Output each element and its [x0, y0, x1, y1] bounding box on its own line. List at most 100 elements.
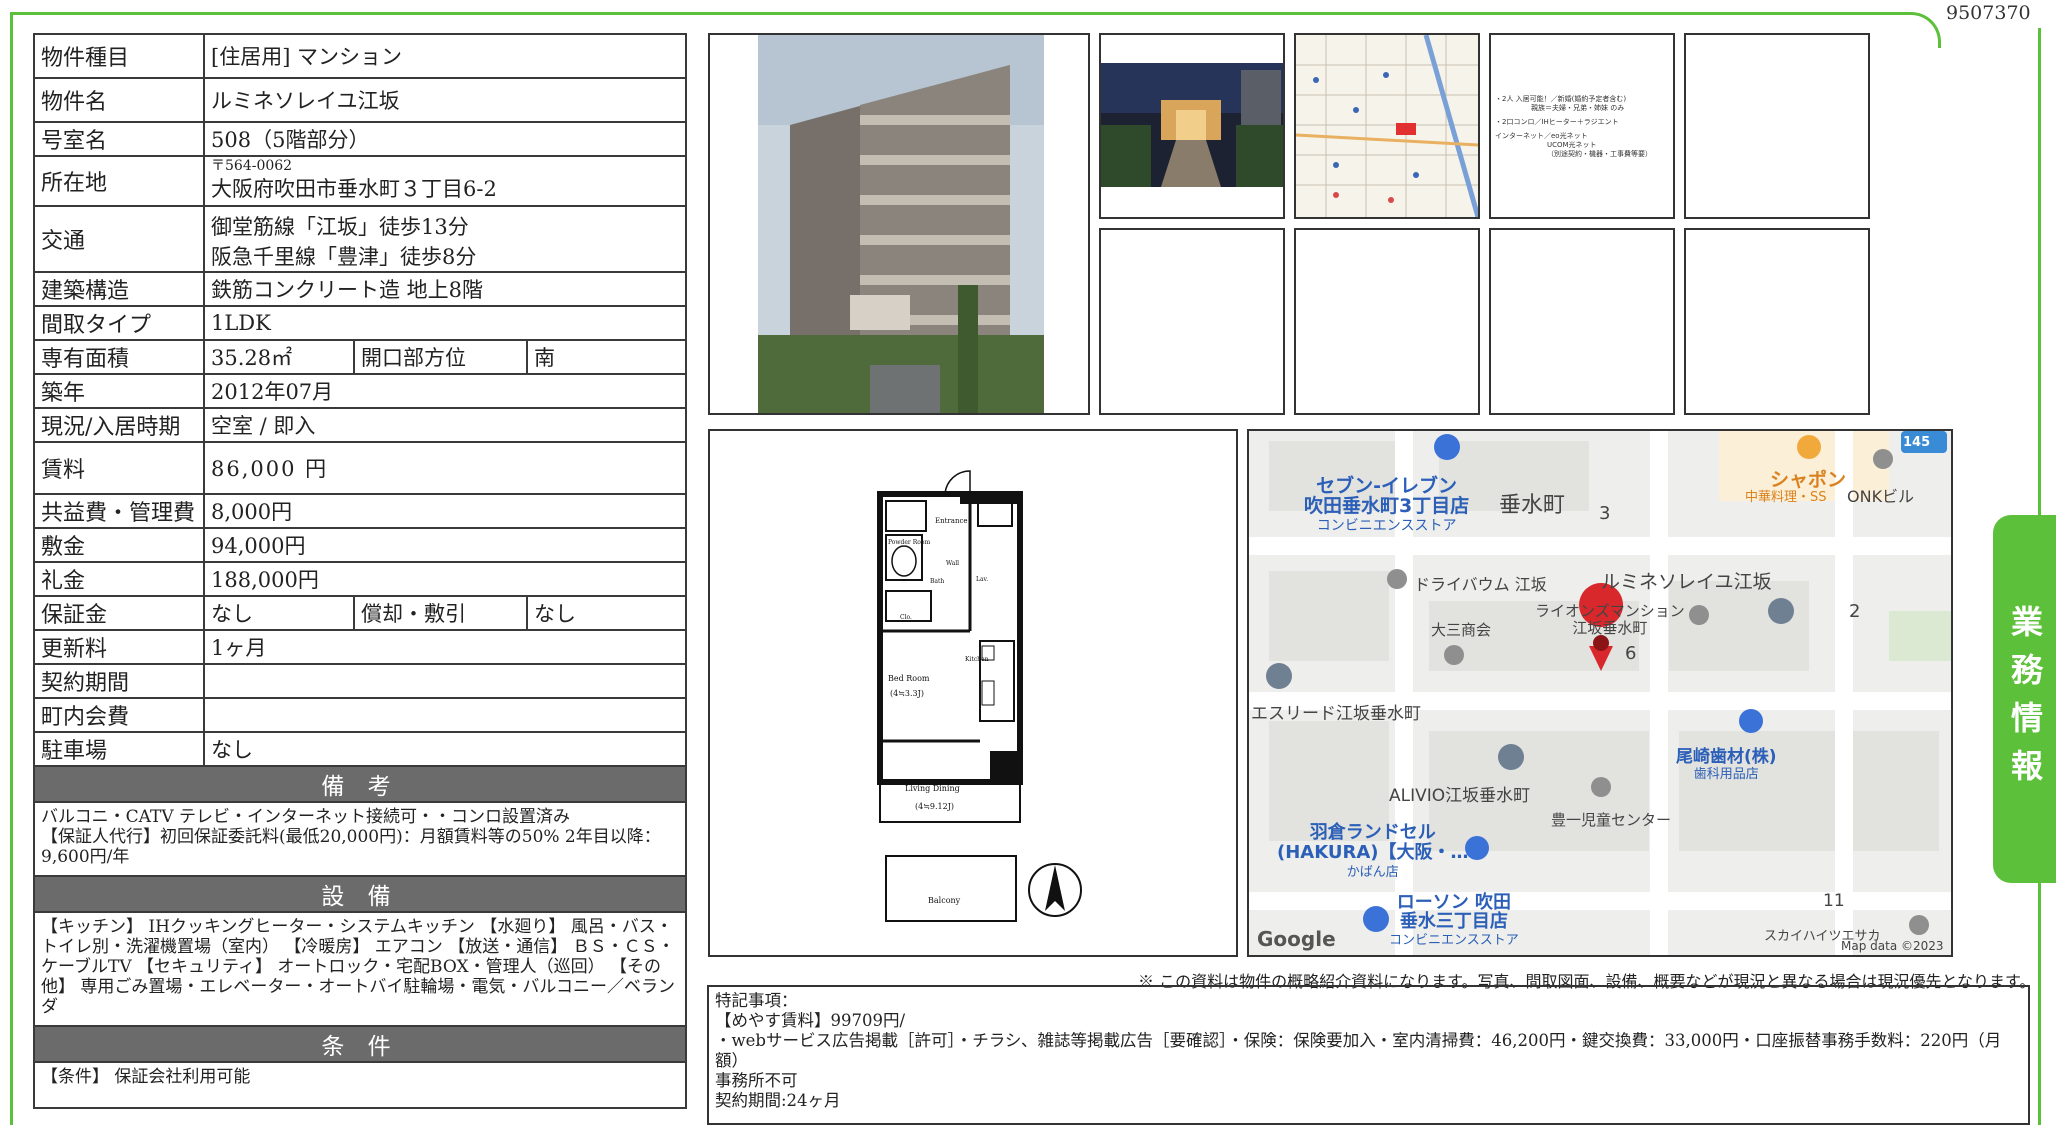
equipment-heading: 設 備 [32, 875, 688, 913]
rent-value: 86,000 円 [202, 441, 688, 495]
access-line-1: 御堂筋線「江坂」徒歩13分 [211, 215, 469, 239]
community-label: 町内会費 [33, 697, 205, 733]
room-value: 508（5階部分） [202, 121, 688, 157]
remarks-line-2: ・webサービス広告掲載［許可］・チラシ、雑誌等掲載広告［要確認］・保険：保険要… [715, 1031, 2002, 1070]
map-chapon-type: 中華料理・SS [1745, 490, 1827, 505]
keymoney-value: 188,000円 [202, 561, 688, 597]
fp-living: Living Dining [905, 784, 960, 793]
fp-bedroom: Bed Room [888, 674, 930, 683]
map-alivio[interactable]: ALIVIO江坂垂水町 [1389, 781, 1530, 806]
contract-label: 契約期間 [33, 663, 205, 699]
fp-entrance: Entrance [935, 517, 968, 525]
fp-kitchen: Kitchen [965, 656, 989, 663]
remarks-line-4: 契約期間:24ヶ月 [715, 1091, 841, 1110]
name-label: 物件名 [33, 77, 205, 123]
map-daisan[interactable]: 大三商会 [1431, 619, 1491, 640]
equipment-text: 【キッチン】 IHクッキングヒーター・システムキッチン 【水廻り】 風呂・バス・… [32, 911, 688, 1027]
entrance-photo-frame [1099, 33, 1285, 219]
flyer-line-5: UCOM光ネット [1547, 140, 1597, 149]
map-district: 垂水町 [1499, 493, 1566, 518]
fee-label: 共益費・管理費 [33, 493, 205, 529]
map-ozaki[interactable]: 尾崎歯材(株) 歯科用品店 [1676, 749, 1777, 783]
conditions-heading: 条 件 [32, 1025, 688, 1063]
frame-left-border [10, 12, 13, 1125]
fp-living-size: (4≒9.12J) [915, 802, 954, 811]
flyer-line-4: インターネット／eo光ネット [1495, 131, 1588, 140]
parking-label: 駐車場 [33, 731, 205, 767]
map-drybaum[interactable]: ドライバウム 江坂 [1414, 571, 1547, 595]
floor-plan-frame: Entrance Powder Room Bath Wall Lav. Clo.… [708, 429, 1238, 957]
business-info-tab-label[interactable]: 業務情報 [2007, 598, 2047, 790]
deposit-value: 94,000円 [202, 527, 688, 563]
frame-corner [1905, 12, 1941, 48]
map-target-name[interactable]: ルミネソレイユ江坂 [1601, 567, 1772, 594]
amortization-value: なし [525, 595, 688, 631]
fp-bath: Bath [930, 578, 944, 585]
map-lions[interactable]: ライオンズマンション 江坂垂水町 [1535, 603, 1685, 637]
area-map-frame [1294, 33, 1480, 219]
fp-lav: Lav. [976, 576, 988, 583]
built-label: 築年 [33, 373, 205, 409]
location-map[interactable]: セブン-イレブン 吹田垂水町3丁目店 コンビニエンスストア 垂水町 3 シャポン… [1247, 429, 1953, 957]
map-data-credit: Map data ©2023 [1841, 939, 1944, 953]
contract-value [202, 663, 688, 699]
remarks-line-1: 【めやす賃料】99709円/ [715, 1011, 906, 1030]
map-hakura[interactable]: 羽倉ランドセル (HAKURA)【大阪・… かばん店 [1277, 823, 1469, 883]
remarks-heading: 備 考 [32, 765, 688, 803]
empty-photo-slot-1 [1684, 33, 1870, 219]
renewal-label: 更新料 [33, 629, 205, 665]
name-value: ルミネソレイユ江坂 [202, 77, 688, 123]
parking-value: なし [202, 731, 688, 767]
building-photo-frame [708, 33, 1090, 415]
flyer-line-1: ・2人 入居可能！／新婚(婚約予定者含む) [1495, 94, 1626, 103]
remarks-line-3: 事務所不可 [715, 1071, 798, 1090]
remarks-line-1: バルコニ・CATV テレビ・インターネット接続可・・コンロ設置済み [41, 807, 571, 827]
status-value: 空室 / 即入 [202, 407, 688, 443]
flyer-line-3: ・2口コンロ／IHヒーター＋ラジエント [1495, 117, 1619, 126]
map-block-2: 2 [1849, 601, 1861, 622]
map-toyo-center[interactable]: 豊一児童センター [1551, 809, 1671, 830]
entrance-night-photo [1101, 63, 1283, 187]
property-details-table: 物件種目 [住居用] マンション 物件名 ルミネソレイユ江坂 号室名 508（5階部分… [32, 33, 688, 1109]
access-label: 交通 [33, 205, 205, 273]
room-label: 号室名 [33, 121, 205, 157]
map-block-3: 3 [1599, 503, 1611, 524]
deposit-label: 敷金 [33, 527, 205, 563]
map-seven-eleven[interactable]: セブン-イレブン 吹田垂水町3丁目店 コンビニエンスストア [1304, 476, 1469, 536]
fp-wall: Wall [946, 560, 959, 567]
layout-label: 間取タイプ [33, 305, 205, 341]
google-logo[interactable]: Google [1257, 927, 1336, 951]
fee-value: 8,000円 [202, 493, 688, 529]
empty-photo-slot-3 [1294, 228, 1480, 415]
guarantee-label: 保証金 [33, 595, 205, 631]
flyer-frame: ・2人 入居可能！／新婚(婚約予定者含む) 親族＝夫婦・兄弟・姉妹 のみ ・2口… [1489, 33, 1675, 219]
amortization-label: 償却・敷引 [353, 595, 528, 631]
structure-label: 建築構造 [33, 271, 205, 307]
address-label: 所在地 [33, 155, 205, 207]
empty-photo-slot-5 [1684, 228, 1870, 415]
fp-balcony: Balcony [928, 896, 961, 905]
map-route-145: 145 [1903, 435, 1931, 450]
rent-label: 賃料 [33, 441, 205, 495]
status-label: 現況/入居時期 [33, 407, 205, 443]
type-label: 物件種目 [33, 33, 205, 79]
address-value: 大阪府吹田市垂水町３丁目6-2 [211, 177, 497, 201]
map-onk[interactable]: ONKビル [1847, 483, 1914, 507]
area-label: 専有面積 [33, 339, 205, 375]
empty-photo-slot-4 [1489, 228, 1675, 415]
floor-plan-image: Entrance Powder Room Bath Wall Lav. Clo.… [877, 470, 1082, 922]
remarks-title: 特記事項： [715, 991, 798, 1010]
built-value: 2012年07月 [202, 373, 688, 409]
remarks-line-2: 【保証人代行】初回保証委託料(最低20,000円)：月額賃料等の50% 2年目以… [41, 827, 661, 867]
type-value: [住居用] マンション [202, 33, 688, 79]
keymoney-label: 礼金 [33, 561, 205, 597]
map-lawson[interactable]: ローソン 吹田 垂水三丁目店 コンビニエンスストア [1389, 893, 1519, 950]
community-value [202, 697, 688, 733]
property-id: 9507370 [1946, 2, 2031, 24]
layout-value: 1LDK [202, 305, 688, 341]
map-esreed[interactable]: エスリード江坂垂水町 [1251, 699, 1421, 724]
area-map-thumbnail [1296, 35, 1478, 217]
fp-closet: Clo. [900, 614, 912, 621]
access-line-2: 阪急千里線「豊津」徒歩8分 [211, 245, 477, 269]
flyer-line-6: （別途契約・機器・工事費等要） [1547, 149, 1652, 158]
